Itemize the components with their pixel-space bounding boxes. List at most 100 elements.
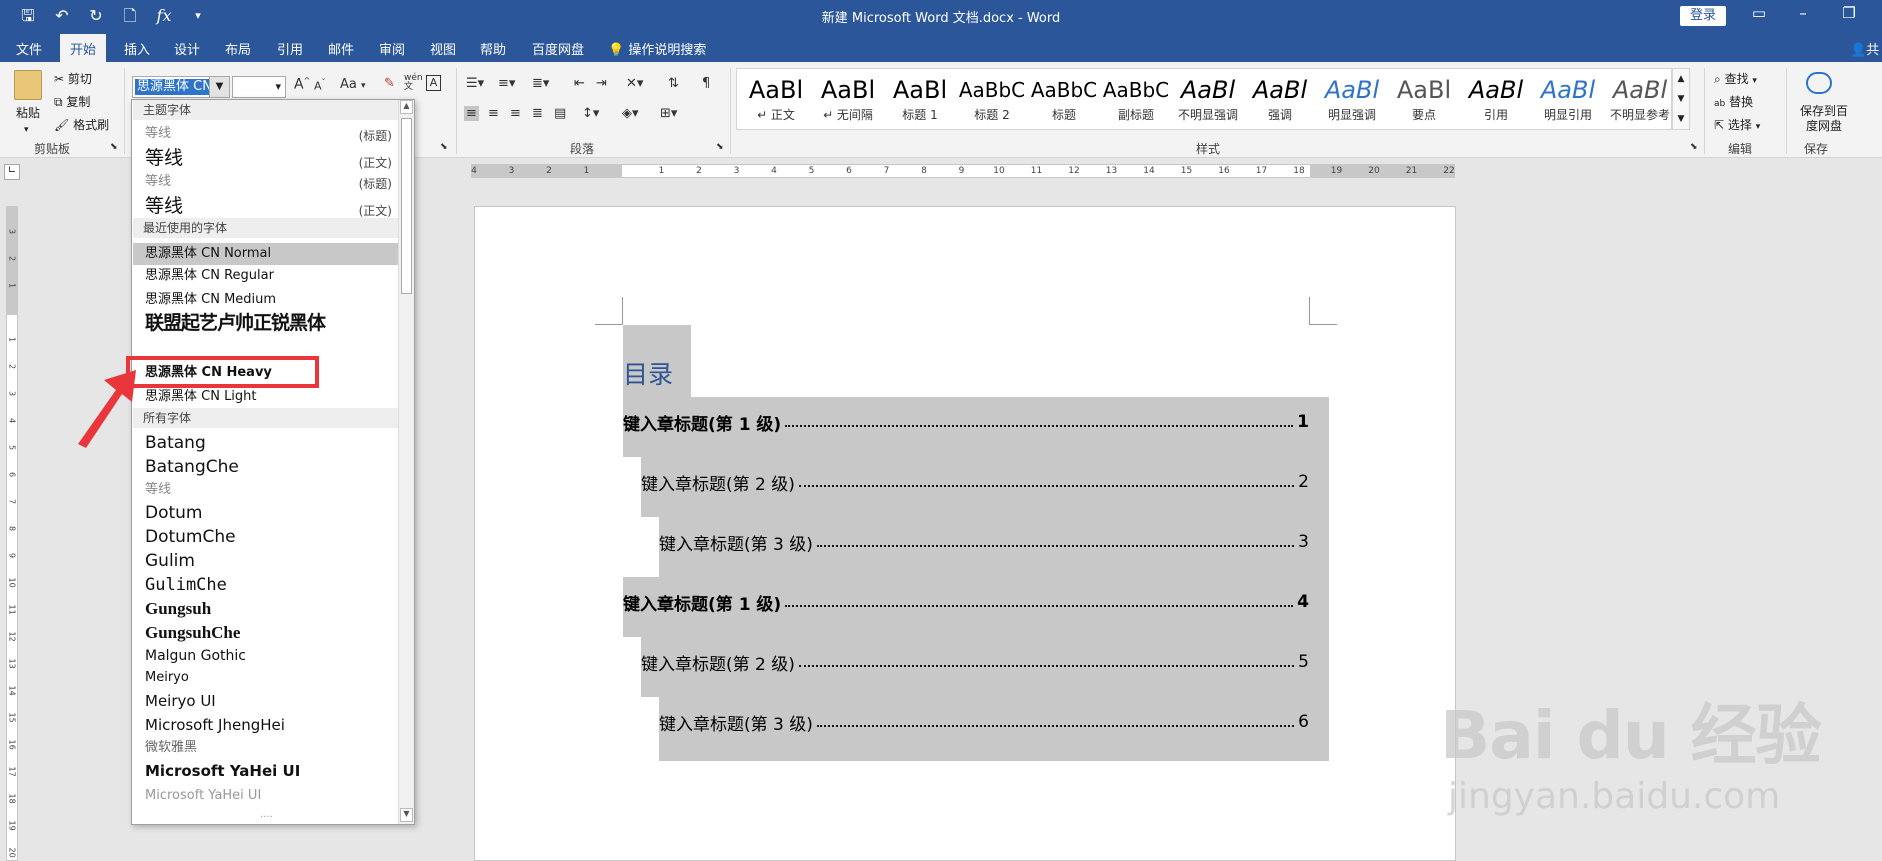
font-option[interactable]: 思源黑体 CN Normal bbox=[133, 243, 398, 265]
login-button[interactable]: 登录 bbox=[1680, 6, 1726, 26]
chevron-down-icon[interactable]: ▼ bbox=[1673, 89, 1689, 109]
baidu-cloud-icon[interactable] bbox=[1806, 72, 1832, 94]
show-marks-icon[interactable]: ¶ bbox=[702, 76, 710, 91]
font-option[interactable]: Microsoft YaHei UI bbox=[133, 759, 398, 783]
toc-entry[interactable]: 键入章标题(第 2 级) 2 bbox=[641, 469, 1309, 495]
find-button[interactable]: ⌕ 查找 ▾ bbox=[1714, 70, 1757, 87]
styles-gallery-scroll[interactable]: ▲ ▼ ▼ bbox=[1672, 68, 1690, 130]
style-item[interactable]: AaBl 明显引用 bbox=[1533, 73, 1603, 127]
horizontal-ruler[interactable]: 4 3 2 1 1 2 3 4 5 6 7 8 9 10 11 12 13 14 15 16 17 18 19 20 21 22 bbox=[471, 164, 1455, 178]
tab-baidu-netdisk[interactable]: 百度网盘 bbox=[532, 39, 584, 58]
document-page[interactable]: 目录 键入章标题(第 1 级) 1 键入章标题(第 2 级) 2 键入章标题(第 3… bbox=[474, 206, 1456, 861]
font-option[interactable] bbox=[133, 336, 398, 350]
font-dropdown[interactable]: 主题字体 等线 (标题) 等线 (正文) 等线 (标题) 等线 (正文) 最近使用的字体… bbox=[131, 99, 415, 825]
justify-icon[interactable]: ≣ bbox=[532, 106, 543, 121]
chevron-down-icon[interactable]: ▼ bbox=[209, 77, 229, 97]
shading-icon[interactable]: ◈▾ bbox=[622, 106, 639, 121]
tab-help[interactable]: 帮助 bbox=[480, 39, 506, 58]
align-center-icon[interactable]: ≡ bbox=[488, 106, 499, 121]
scrollbar-thumb[interactable] bbox=[401, 118, 412, 294]
format-painter-button[interactable]: 🖌 格式刷 bbox=[54, 116, 109, 133]
numbering-icon[interactable]: ≡▾ bbox=[498, 76, 515, 91]
align-left-icon[interactable]: ≡ bbox=[464, 106, 479, 121]
font-option[interactable]: 思源黑体 CN Light bbox=[133, 386, 398, 408]
font-option[interactable]: Microsoft JhengHei bbox=[133, 713, 398, 737]
font-option[interactable]: Meiryo UI bbox=[133, 689, 398, 713]
style-item[interactable]: AaBl 明显强调 bbox=[1317, 73, 1387, 127]
grow-font-button[interactable]: A^ bbox=[294, 76, 310, 93]
font-option[interactable]: Batang bbox=[133, 431, 398, 455]
bullets-icon[interactable]: ☰▾ bbox=[466, 76, 484, 91]
toc-entry[interactable]: 键入章标题(第 1 级) 1 bbox=[623, 409, 1309, 435]
style-item[interactable]: AaBl 要点 bbox=[1389, 73, 1459, 127]
tab-mailings[interactable]: 邮件 bbox=[328, 39, 354, 58]
tab-design[interactable]: 设计 bbox=[174, 39, 200, 58]
style-item[interactable]: AaBbC 标题 2 bbox=[957, 73, 1027, 127]
font-option[interactable]: Malgun Gothic bbox=[133, 645, 398, 667]
more-icon[interactable]: ▼ bbox=[1673, 109, 1689, 129]
font-option[interactable]: Gungsuh bbox=[133, 597, 398, 621]
resize-grip[interactable]: ···· bbox=[260, 812, 273, 823]
copy-button[interactable]: ⧉ 复制 bbox=[54, 93, 90, 110]
decrease-indent-icon[interactable]: ⇤ bbox=[574, 76, 585, 91]
font-option[interactable]: BatangChe bbox=[133, 455, 398, 479]
font-name-combobox[interactable]: 思源黑体 CN ▼ bbox=[132, 76, 230, 98]
font-option[interactable]: Microsoft YaHei UI bbox=[133, 785, 398, 807]
tab-file[interactable]: 文件 bbox=[16, 39, 42, 58]
font-option[interactable]: DotumChe bbox=[133, 525, 398, 549]
font-option[interactable]: GulimChe bbox=[133, 573, 398, 597]
font-size-combobox[interactable]: ▾ bbox=[232, 76, 286, 98]
toc-entry[interactable]: 键入章标题(第 1 级) 4 bbox=[623, 589, 1309, 615]
save-to-baidu-button[interactable]: 保存到百度网盘 bbox=[1796, 104, 1852, 134]
font-option[interactable]: Gulim bbox=[133, 549, 398, 573]
tab-stop-selector[interactable]: ∟ bbox=[4, 164, 20, 180]
cut-button[interactable]: ✂ 剪切 bbox=[54, 70, 92, 87]
share-button[interactable]: 👤共 bbox=[1850, 39, 1879, 58]
chevron-up-icon[interactable]: ▲ bbox=[400, 100, 413, 114]
shrink-font-button[interactable]: Aˇ bbox=[314, 78, 326, 93]
chevron-down-icon[interactable]: ▾ bbox=[275, 80, 281, 93]
font-name-input[interactable]: 思源黑体 CN bbox=[135, 79, 214, 95]
tab-view[interactable]: 视图 bbox=[430, 39, 456, 58]
font-option[interactable]: 联盟起艺卢帅正锐黑体 bbox=[133, 310, 398, 336]
restore-icon[interactable]: ❐ bbox=[1834, 4, 1864, 22]
vertical-ruler[interactable]: 3 2 1 1 2 3 4 5 6 7 8 9 10 11 12 13 14 15 16 17 18 19 20 bbox=[6, 206, 18, 861]
chevron-up-icon[interactable]: ▲ bbox=[1673, 69, 1689, 89]
style-item[interactable]: AaBl 标题 1 bbox=[885, 73, 955, 127]
font-option[interactable]: 等线 bbox=[133, 479, 398, 501]
style-item[interactable]: AaBl ↵ 正文 bbox=[741, 73, 811, 127]
increase-indent-icon[interactable]: ⇥ bbox=[596, 76, 607, 91]
phonetic-guide-icon[interactable]: wén 文 bbox=[404, 74, 423, 92]
distributed-icon[interactable]: ▤ bbox=[554, 106, 566, 121]
borders-icon[interactable]: ⊞▾ bbox=[660, 106, 677, 121]
style-item[interactable]: AaBl 不明显参考 bbox=[1605, 73, 1675, 127]
align-right-icon[interactable]: ≡ bbox=[510, 106, 521, 121]
tab-home[interactable]: 开始 bbox=[60, 34, 107, 62]
chevron-down-icon[interactable]: ▼ bbox=[400, 808, 413, 822]
dialog-launcher-icon[interactable]: ⬊ bbox=[110, 142, 118, 152]
font-option[interactable]: 等线 (标题) bbox=[133, 122, 398, 146]
clear-formatting-icon[interactable]: ✎ bbox=[384, 76, 395, 91]
paste-button[interactable]: 粘贴 ▾ bbox=[16, 104, 40, 135]
tab-layout[interactable]: 布局 bbox=[225, 39, 251, 58]
tell-me-search[interactable]: 💡 操作说明搜索 bbox=[608, 39, 706, 58]
font-option[interactable]: Meiryo bbox=[133, 667, 398, 689]
character-border-icon[interactable]: A bbox=[426, 75, 441, 91]
style-item[interactable]: AaBbC 标题 bbox=[1029, 73, 1099, 127]
toc-entry[interactable]: 键入章标题(第 3 级) 3 bbox=[659, 529, 1309, 555]
dialog-launcher-icon[interactable]: ⬊ bbox=[1690, 142, 1698, 152]
toc-title[interactable]: 目录 bbox=[623, 355, 673, 391]
style-item[interactable]: AaBbC 副标题 bbox=[1101, 73, 1171, 127]
minimize-icon[interactable]: – bbox=[1788, 4, 1818, 22]
select-button[interactable]: ⇱ 选择 ▾ bbox=[1714, 116, 1760, 133]
change-case-button[interactable]: Aa ▾ bbox=[340, 77, 366, 92]
font-option[interactable]: 思源黑体 CN Medium bbox=[133, 289, 398, 311]
font-dropdown-scrollbar[interactable]: ▲ ▼ bbox=[398, 100, 414, 824]
tab-review[interactable]: 审阅 bbox=[379, 39, 405, 58]
multilevel-list-icon[interactable]: ≣▾ bbox=[532, 76, 549, 91]
sort-icon[interactable]: ⇅ bbox=[668, 76, 679, 91]
style-item[interactable]: AaBl 强调 bbox=[1245, 73, 1315, 127]
line-spacing-icon[interactable]: ↕▾ bbox=[582, 106, 599, 121]
font-option[interactable]: 微软雅黑 bbox=[133, 737, 398, 759]
dialog-launcher-icon[interactable]: ⬊ bbox=[440, 142, 448, 152]
